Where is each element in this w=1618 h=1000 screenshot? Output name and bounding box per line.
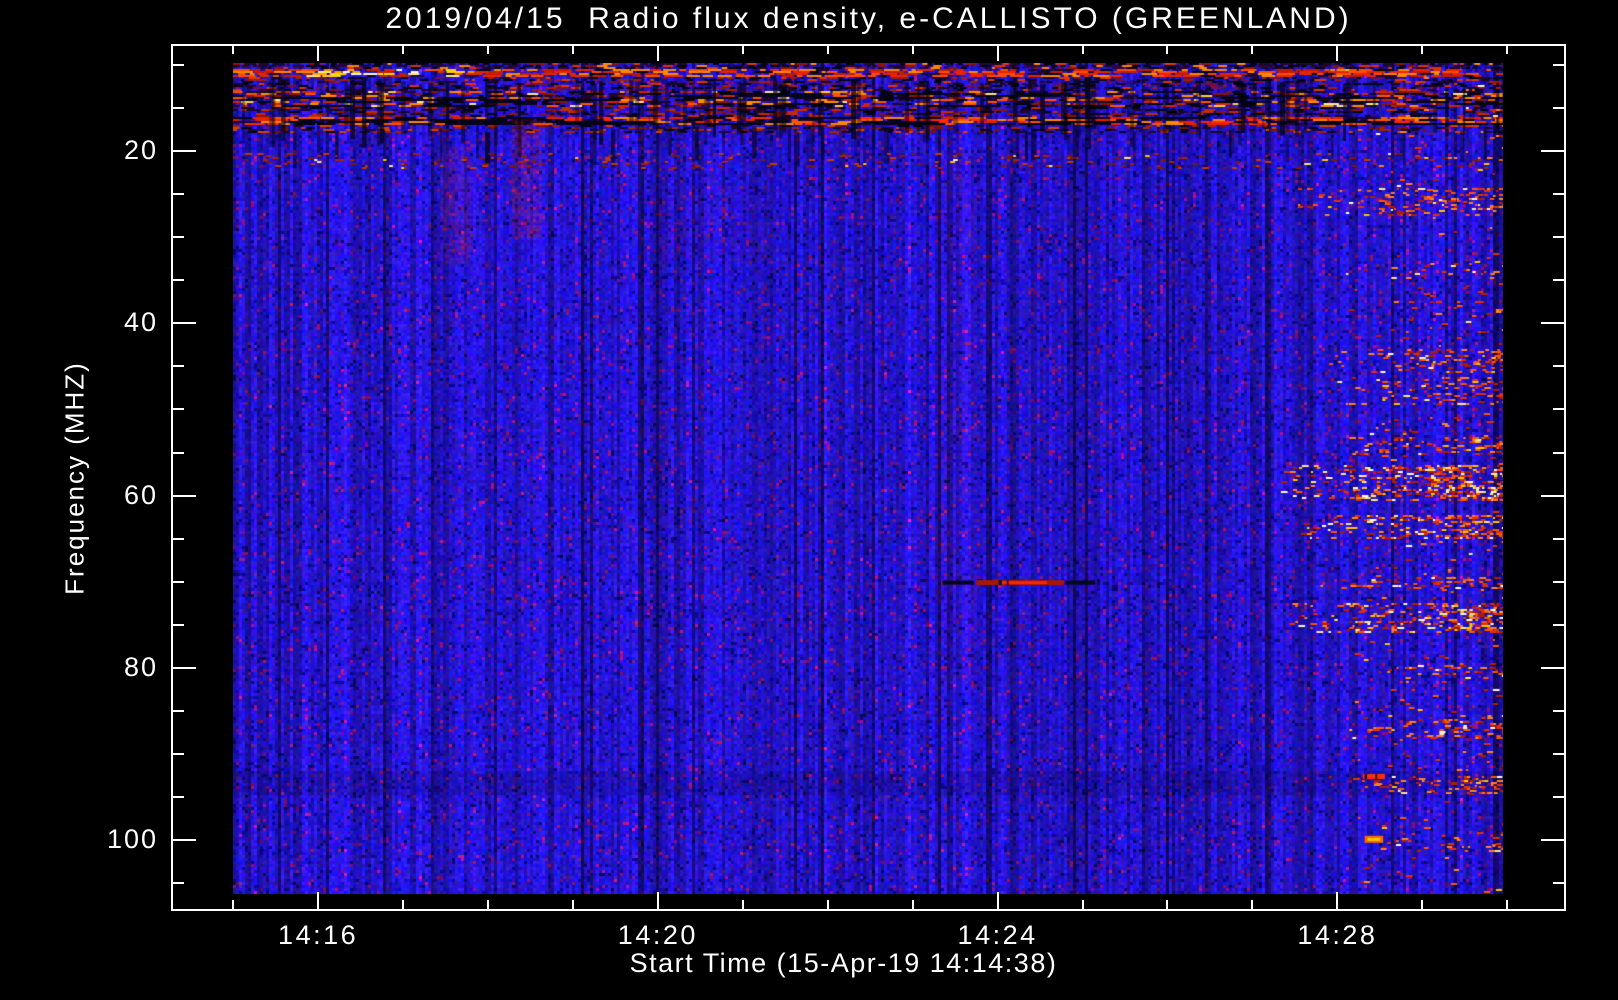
axes: [171, 44, 1566, 911]
y-tick-label-100: 100: [106, 824, 158, 855]
x-tick-label-14-20: 14:20: [617, 920, 698, 950]
x-axis-label: Start Time (15-Apr-19 14:14:38): [629, 948, 1058, 978]
y-tick-label-80: 80: [123, 651, 158, 682]
x-tick-label-14-28: 14:28: [1297, 920, 1378, 950]
spectrogram-page: 2019/04/15 Radio flux density, e-CALLIST…: [0, 0, 1618, 1000]
y-tick-label-20: 20: [123, 134, 158, 165]
x-tick-label-14-16: 14:16: [278, 920, 359, 950]
x-tick-label-14-24: 14:24: [957, 920, 1038, 950]
y-axis-label: Frequency (MHZ): [59, 361, 90, 595]
x-axis-ticks: [232, 46, 1508, 909]
y-tick-label-60: 60: [123, 479, 158, 510]
y-axis-ticks: [173, 64, 1564, 884]
y-tick-label-40: 40: [123, 307, 158, 338]
axis-frame: [171, 44, 1566, 911]
chart-title: 2019/04/15 Radio flux density, e-CALLIST…: [385, 2, 1352, 35]
